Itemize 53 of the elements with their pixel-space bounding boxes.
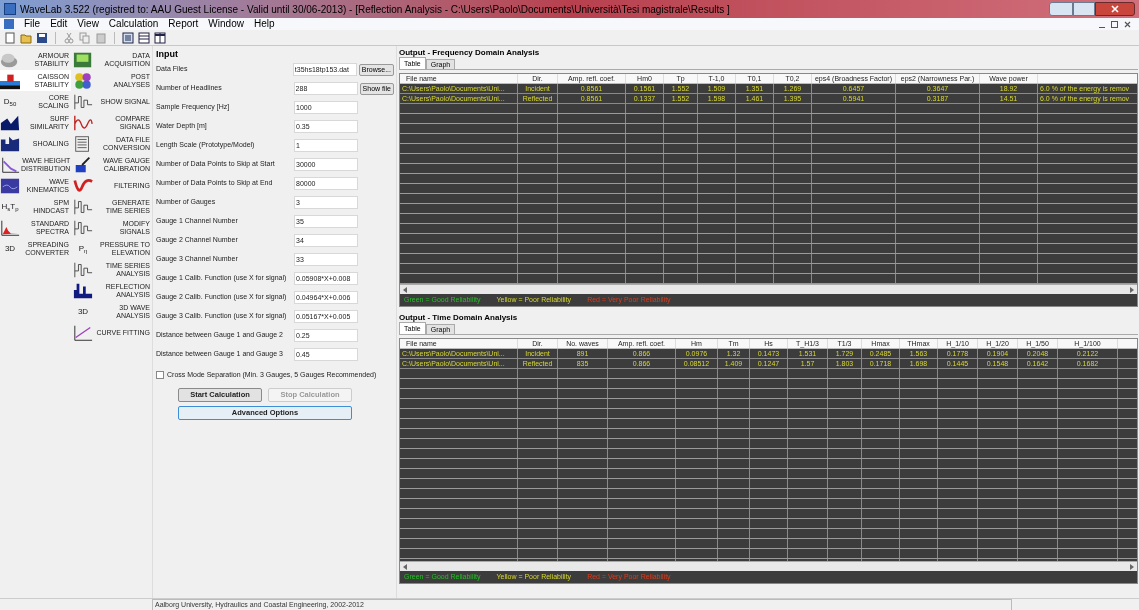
maximize-button[interactable] [1073, 2, 1095, 16]
tool-icon [0, 176, 20, 195]
scroll-right-icon[interactable] [1130, 563, 1134, 570]
tool-icon [73, 281, 93, 300]
icon-symbol: 3D [76, 307, 90, 316]
close-icon[interactable] [1124, 20, 1131, 28]
tile-cascade-icon[interactable] [122, 31, 134, 44]
menu-item[interactable]: View [77, 18, 99, 30]
tool-icon [73, 323, 93, 342]
icon-symbol: D$_{50}$ [2, 97, 18, 106]
scroll-left-icon[interactable] [403, 286, 407, 293]
tile-horizontal-icon[interactable] [138, 31, 150, 44]
checkbox[interactable] [156, 371, 164, 379]
new-file-icon[interactable] [4, 31, 16, 44]
minimize-button[interactable] [1049, 2, 1073, 16]
minimize-icon[interactable] [1099, 26, 1105, 28]
app-icon [4, 3, 16, 15]
tool-icon [73, 50, 93, 69]
tool-icon [0, 113, 20, 132]
scroll-left-icon[interactable] [403, 563, 407, 570]
horizontal-scrollbar[interactable] [400, 284, 1137, 294]
tool-icon [73, 176, 93, 195]
menu-item[interactable]: Calculation [108, 18, 159, 30]
icon-symbol: 3D [3, 244, 17, 253]
tool-icon [73, 218, 93, 237]
tool-icon [73, 71, 93, 90]
save-icon[interactable] [36, 31, 48, 44]
menu-item[interactable]: Report [168, 18, 199, 30]
tool-icon [73, 155, 93, 174]
close-button[interactable] [1095, 2, 1135, 16]
tool-icon [0, 134, 20, 153]
tool-icon [0, 155, 20, 174]
menu-item[interactable]: File [24, 18, 41, 30]
restore-icon[interactable] [1111, 20, 1118, 28]
tool-icon [73, 197, 93, 216]
menu-item[interactable]: Help [253, 18, 275, 30]
tile-vertical-icon[interactable] [154, 31, 166, 44]
section-title: Output - Time Domain Analysis [399, 313, 519, 323]
document-icon [4, 19, 14, 29]
horizontal-scrollbar[interactable] [400, 561, 1137, 571]
close-icon [1111, 5, 1119, 13]
tool-icon [73, 113, 93, 132]
tool-icon [0, 218, 20, 237]
tool-icon [73, 92, 93, 111]
menu-item[interactable]: Edit [50, 18, 68, 30]
window-title: WaveLab 3.522 (registred to: AAU Guest License - Valid until 30/06-2013) - [Reflection Analysis - C:\Users\Paolo\Documents\Università\Tesi magistrale\Results ] [20, 2, 730, 17]
icon-symbol: P$_{η}$ [77, 244, 89, 253]
scroll-right-icon[interactable] [1130, 286, 1134, 293]
section-title: Output - Frequency Domain Analysis [399, 48, 541, 58]
panel-title: Input [156, 48, 179, 60]
icon-symbol: H$_{s}$T$_{p}$ [0, 202, 20, 211]
tool-icon [73, 260, 93, 279]
menu-item[interactable]: Window [208, 18, 244, 30]
